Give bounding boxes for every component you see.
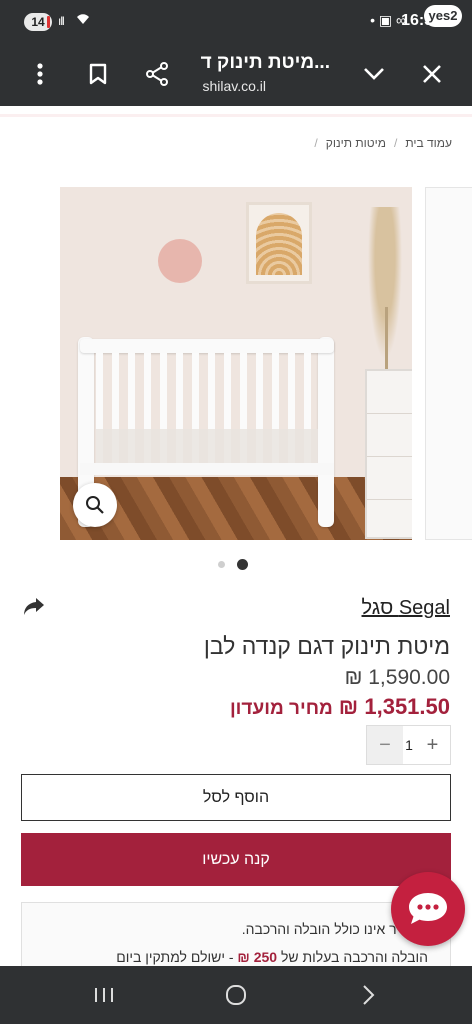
club-price-label: מחיר מועדון — [229, 698, 333, 719]
breadcrumb: עמוד בית / מיטות תינוק / — [314, 136, 452, 150]
zoom-button[interactable] — [73, 483, 117, 527]
back-icon[interactable] — [348, 980, 388, 1010]
delivery-cost-amount: 250 ₪ — [237, 949, 278, 965]
header-divider — [0, 114, 472, 117]
carrier-badge: yes2 — [424, 5, 462, 27]
close-icon[interactable] — [412, 54, 452, 94]
recent-apps-icon[interactable] — [84, 980, 124, 1010]
breadcrumb-separator: / — [314, 136, 318, 150]
quantity-decrease-button[interactable]: − — [367, 726, 403, 764]
quantity-increase-button[interactable]: + — [415, 726, 450, 764]
notification-badge: 14 — [24, 13, 52, 31]
brand-link[interactable]: Segal סגל — [362, 597, 450, 620]
add-to-cart-button[interactable]: הוסף לסל — [21, 774, 451, 821]
club-price-value: 1,351.50 ₪ — [338, 694, 450, 719]
signal-icon: ıll — [58, 14, 65, 28]
gallery-pagination — [218, 559, 248, 570]
share-product-button[interactable] — [22, 596, 50, 622]
buy-now-button[interactable]: קנה עכשיו — [21, 833, 451, 886]
quantity-stepper: − 1 + — [366, 725, 451, 765]
share-icon[interactable] — [137, 54, 177, 94]
gallery-dot[interactable] — [218, 561, 225, 568]
delivery-info-box: המחיר אינו כולל הובלה והרכבה. הובלה והרכ… — [21, 902, 451, 972]
breadcrumb-home[interactable]: עמוד בית — [405, 136, 452, 150]
page-url: shilav.co.il — [202, 78, 266, 94]
breadcrumb-category[interactable]: מיטות תינוק — [326, 136, 386, 150]
page-title: מיטת תינוק ד... — [200, 52, 330, 73]
wifi-icon — [76, 12, 90, 28]
quantity-value[interactable]: 1 — [403, 726, 415, 764]
product-title: מיטת תינוק דגם קנדה לבן — [203, 633, 450, 659]
club-price: 1,351.50 ₪ מחיר מועדון — [230, 694, 450, 720]
chat-bubble-icon — [409, 893, 447, 924]
delivery-cost-suffix: - ישולם למתקין ביום — [116, 949, 234, 965]
delivery-cost-note: הובלה והרכבה בעלות של 250 ₪ - ישולם למתק… — [116, 949, 428, 965]
regular-price: 1,590.00 ₪ — [344, 666, 450, 689]
gallery-dot-active[interactable] — [237, 559, 248, 570]
share-arrow-icon — [24, 598, 44, 615]
browser-toolbar: מיטת תינוק ד... shilav.co.il — [0, 44, 472, 106]
bookmark-icon[interactable] — [78, 54, 118, 94]
system-nav-bar — [0, 966, 472, 1024]
status-bar: 14 ıll • ▣ ∞ 16:35 yes2 — [0, 0, 472, 44]
gallery-next-slide[interactable] — [425, 187, 472, 540]
product-image[interactable] — [60, 187, 412, 540]
breadcrumb-separator: / — [393, 136, 398, 150]
home-icon[interactable] — [216, 980, 256, 1010]
delivery-cost-prefix: הובלה והרכבה בעלות של — [280, 949, 428, 965]
chevron-down-icon[interactable] — [354, 54, 394, 94]
search-icon — [86, 496, 104, 514]
more-options-icon[interactable] — [20, 54, 60, 94]
chat-button[interactable] — [391, 872, 465, 946]
